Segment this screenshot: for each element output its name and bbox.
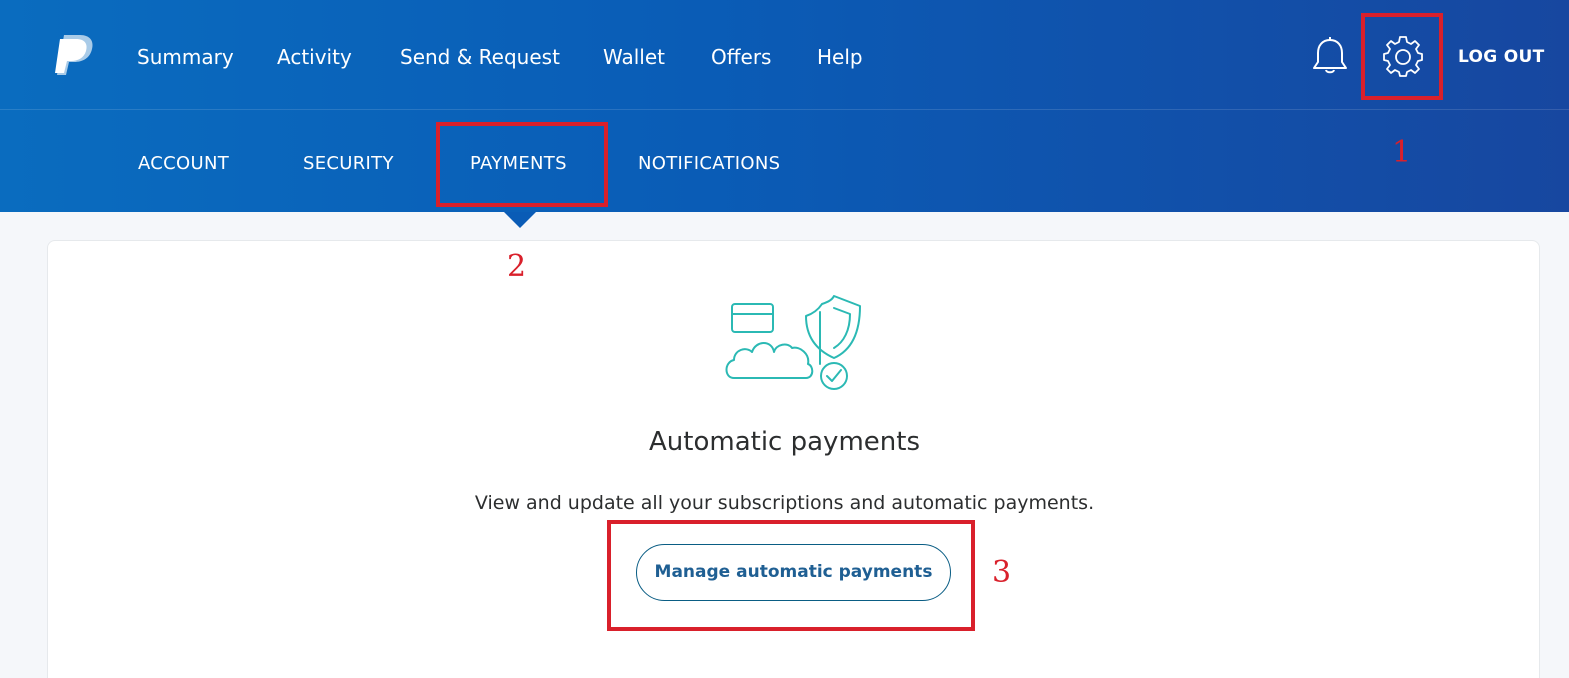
logout-button[interactable]: LOG OUT: [1458, 47, 1545, 67]
annotation-number-1: 1: [1392, 135, 1412, 170]
nav-send-request[interactable]: Send & Request: [400, 44, 560, 70]
active-tab-caret: [504, 212, 536, 228]
annotation-number-3: 3: [992, 555, 1012, 590]
tab-security[interactable]: SECURITY: [303, 152, 394, 176]
annotation-number-2: 2: [507, 249, 527, 284]
nav-summary[interactable]: Summary: [137, 44, 234, 70]
tab-account[interactable]: ACCOUNT: [138, 152, 229, 176]
paypal-logo[interactable]: [54, 33, 94, 77]
annotation-box-2: [436, 122, 608, 207]
nav-help[interactable]: Help: [817, 44, 863, 70]
cloud-card-shield-illustration: [725, 295, 861, 390]
tab-notifications[interactable]: NOTIFICATIONS: [638, 152, 780, 176]
top-navigation: Summary Activity Send & Request Wallet O…: [0, 0, 1569, 110]
card-title: Automatic payments: [649, 427, 920, 457]
nav-activity[interactable]: Activity: [277, 44, 352, 70]
annotation-box-3: [607, 520, 975, 631]
annotation-box-1: [1361, 13, 1443, 100]
header: Summary Activity Send & Request Wallet O…: [0, 0, 1569, 212]
nav-offers[interactable]: Offers: [711, 44, 771, 70]
bell-icon[interactable]: [1311, 36, 1349, 76]
nav-wallet[interactable]: Wallet: [603, 44, 665, 70]
card-description: View and update all your subscriptions a…: [474, 492, 1095, 514]
